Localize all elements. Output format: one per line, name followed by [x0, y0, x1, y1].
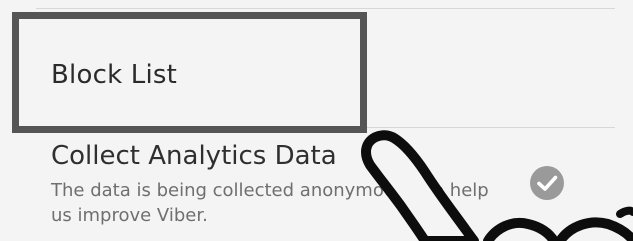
- check-circle-icon[interactable]: [530, 166, 564, 200]
- settings-screen: Block List Collect Analytics Data The da…: [0, 0, 633, 241]
- collect-analytics-setting[interactable]: Collect Analytics Data The data is being…: [0, 128, 633, 241]
- block-list-setting[interactable]: Block List: [0, 8, 633, 127]
- block-list-label: Block List: [51, 60, 178, 90]
- collect-analytics-description: The data is being collected anonymously …: [51, 180, 489, 226]
- collect-analytics-title: Collect Analytics Data: [51, 141, 337, 171]
- check-mark: [537, 175, 558, 191]
